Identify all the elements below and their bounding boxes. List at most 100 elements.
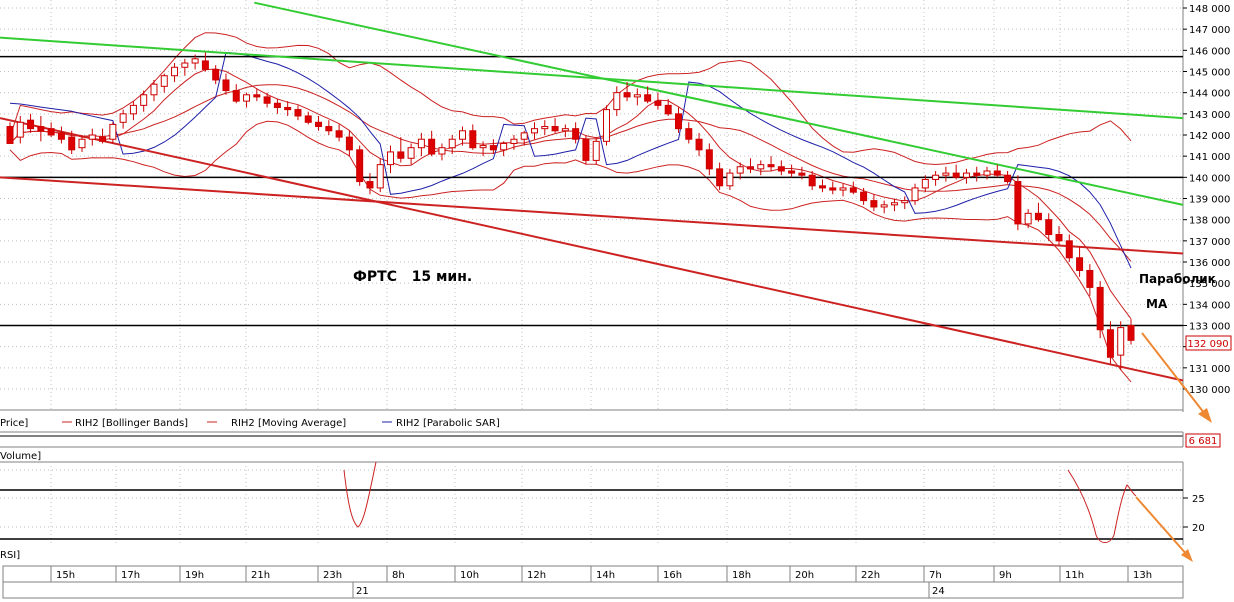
candle-body — [500, 142, 508, 151]
candle-body — [983, 170, 991, 176]
candle-body — [417, 138, 425, 149]
price-tick-label: 142 000 — [1189, 131, 1230, 142]
candle-body — [57, 132, 65, 140]
candle-body — [551, 126, 559, 132]
time-tick-label: 9h — [999, 570, 1012, 581]
candle-body — [973, 172, 981, 176]
rsi-line-segment-2 — [1067, 469, 1137, 543]
candle-body — [777, 166, 785, 172]
candle-body — [335, 130, 343, 138]
candlesticks — [6, 52, 1135, 370]
candle-body — [366, 181, 374, 189]
candle-body — [181, 62, 189, 68]
candle-body — [16, 121, 24, 138]
chart-canvas: 130 000131 000132 000133 000134 000135 0… — [0, 0, 1232, 599]
candle-body — [294, 109, 302, 117]
candle-body — [88, 134, 96, 140]
trendline — [0, 36, 1184, 120]
candle-body — [993, 170, 1001, 176]
candle-body — [150, 83, 158, 96]
candle-body — [119, 113, 127, 123]
price-tick-label: 140 000 — [1189, 173, 1230, 184]
price-tick-label: 136 000 — [1189, 258, 1230, 269]
price-tick-label: 146 000 — [1189, 46, 1230, 57]
candle-body — [232, 90, 240, 102]
annotation-ma: МА — [1146, 297, 1168, 311]
candle-body — [428, 138, 436, 155]
price-tick-label: 139 000 — [1189, 195, 1230, 206]
candle-body — [387, 151, 395, 166]
time-tick-label: 18h — [732, 570, 751, 581]
candle-body — [1117, 327, 1125, 356]
candle-body — [469, 130, 477, 149]
date-tick-label: 21 — [356, 586, 369, 597]
time-tick-label: 20h — [795, 570, 814, 581]
time-tick-label: 22h — [861, 570, 880, 581]
candle-body — [407, 147, 415, 159]
legend: Price] RIH2 [Bollinger Bands] RIH2 [Movi… — [0, 418, 500, 429]
volume-label: Volume] — [0, 451, 41, 462]
candle-body — [253, 94, 261, 98]
time-axis: 15h 17h 19h 21h 23h 8h 10h 12h 14h 16h 18h 20h 22h 7h… — [2, 565, 1184, 599]
horizontal-levels — [0, 55, 1183, 327]
price-tick-label: 131 000 — [1189, 364, 1230, 375]
price-tick-label: 137 000 — [1189, 237, 1230, 248]
candle-body — [674, 113, 682, 130]
candle-body — [716, 168, 724, 187]
rsi-gridlines — [0, 462, 1183, 545]
legend-price: Price] — [0, 418, 28, 429]
price-tick-label: 130 000 — [1189, 385, 1230, 396]
price-tick-label: 141 000 — [1189, 152, 1230, 163]
annotation-parabolic: Параболик — [1139, 272, 1216, 286]
time-tick-label: 7h — [929, 570, 942, 581]
bollinger-upper — [9, 32, 1132, 166]
candle-body — [1086, 269, 1094, 288]
time-tick-label: 10h — [460, 570, 479, 581]
candle-body — [1024, 212, 1032, 225]
price-tick-label: 133 000 — [1189, 322, 1230, 333]
candle-body — [932, 174, 940, 180]
candle-body — [818, 185, 826, 189]
candle-body — [160, 75, 168, 87]
rsi-tick-20: 20 — [1192, 523, 1205, 534]
candle-body — [726, 172, 734, 187]
candle-body — [345, 136, 353, 151]
candle-body — [212, 68, 220, 81]
candle-body — [602, 109, 610, 142]
time-tick-label: 19h — [185, 570, 204, 581]
time-tick-label: 13h — [1133, 570, 1152, 581]
time-tick-label: 16h — [663, 570, 682, 581]
candle-body — [561, 128, 569, 132]
candle-body — [839, 187, 847, 191]
time-tick-label: 14h — [596, 570, 615, 581]
candle-body — [572, 128, 580, 140]
legend-sar: RIH2 [Parabolic SAR] — [396, 418, 500, 429]
candle-body — [171, 66, 179, 77]
candle-body — [767, 164, 775, 168]
time-tick-label: 23h — [323, 570, 342, 581]
candle-body — [448, 138, 456, 149]
candle-body — [880, 204, 888, 208]
rsi-tick-25: 25 — [1192, 494, 1205, 505]
candle-body — [201, 60, 209, 70]
candle-body — [531, 128, 539, 134]
candle-body — [911, 187, 919, 202]
time-tick-label: 21h — [251, 570, 270, 581]
time-tick-label: 11h — [1065, 570, 1084, 581]
candle-body — [623, 92, 631, 98]
candle-body — [376, 164, 384, 189]
candle-body — [942, 172, 950, 176]
rsi-panel: 25 20 RSI] — [0, 461, 1205, 562]
candle-body — [243, 94, 251, 102]
candle-body — [6, 126, 14, 144]
candle-body — [644, 94, 652, 102]
candle-body — [459, 130, 467, 140]
price-tick-label: 143 000 — [1189, 110, 1230, 121]
candle-body — [479, 145, 487, 149]
candle-body — [1004, 174, 1012, 183]
date-tick-label: 24 — [932, 586, 945, 597]
forecast-arrowhead-price — [1198, 408, 1212, 423]
candle-body — [140, 94, 148, 106]
candle-body — [222, 79, 230, 92]
candle-body — [849, 187, 857, 193]
